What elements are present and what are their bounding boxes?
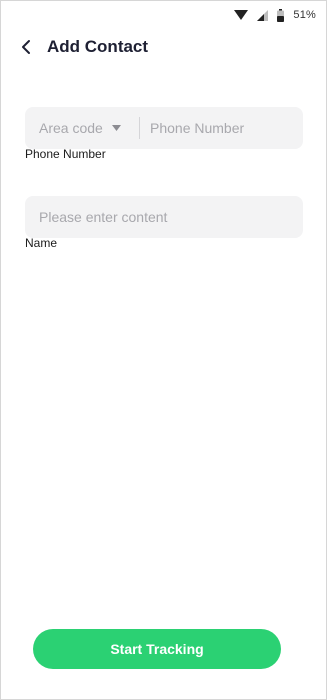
status-bar: 51% [1,1,326,29]
phone-number-label: Phone Number [25,147,106,161]
phone-number-field: Area code [25,107,303,149]
battery-icon [277,8,285,22]
phone-number-input[interactable] [140,107,290,149]
name-input[interactable] [25,196,303,238]
name-field [25,196,303,238]
page-title: Add Contact [47,37,149,56]
caret-down-icon [111,125,121,131]
area-code-select[interactable]: Area code [25,107,139,149]
cell-signal-icon [257,9,269,21]
back-button[interactable] [15,36,37,58]
app-screen: 51% Add Contact Area code Phone Number N… [0,0,327,700]
wifi-icon [234,10,249,20]
start-tracking-button[interactable]: Start Tracking [33,629,281,669]
app-header: Add Contact [1,33,326,61]
battery-percentage: 51% [293,9,316,21]
area-code-placeholder: Area code [39,120,103,136]
name-label: Name [25,236,58,250]
status-icons: 51% [234,8,316,22]
chevron-left-icon [22,40,30,54]
